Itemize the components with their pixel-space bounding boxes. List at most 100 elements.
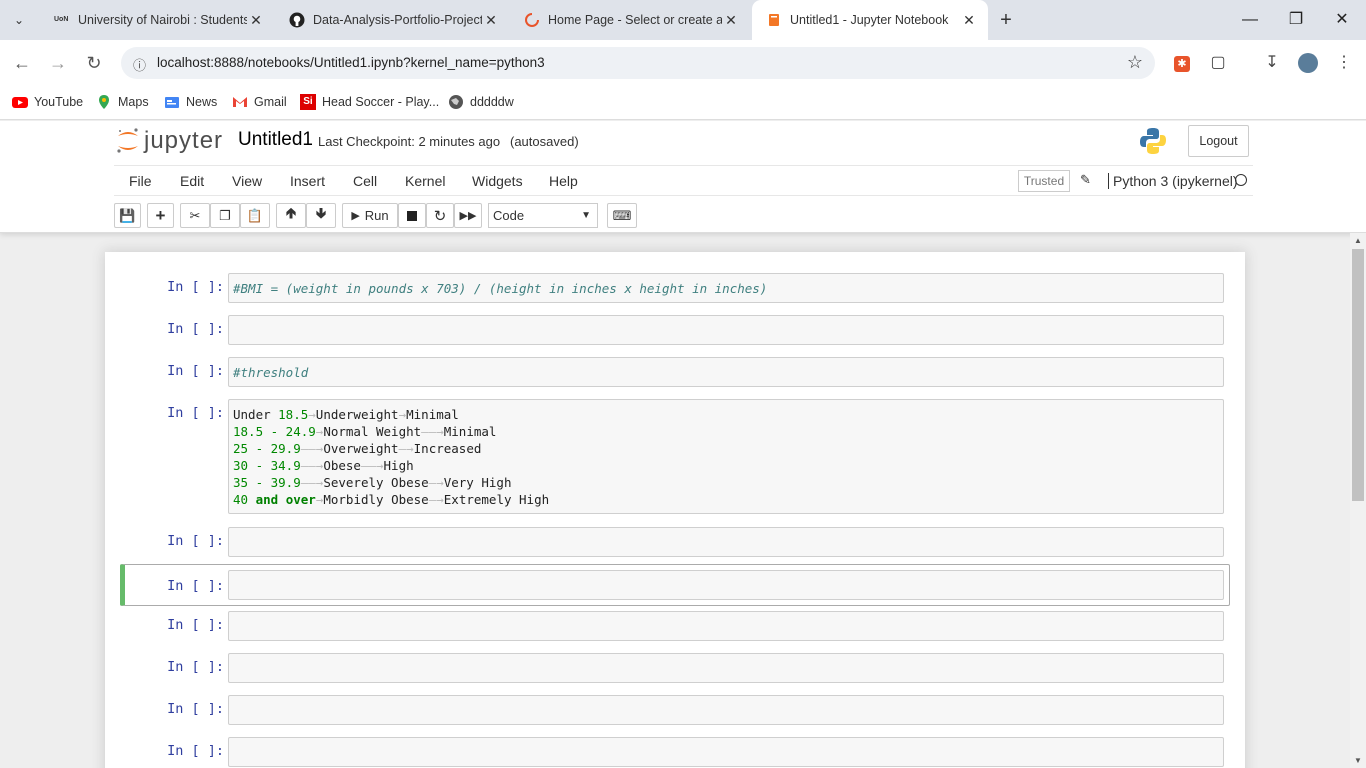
scrollbar-thumb[interactable] xyxy=(1352,249,1364,501)
browser-tab-uon[interactable]: UoN University of Nairobi : Students ✕ xyxy=(40,0,275,40)
address-bar[interactable]: ⓘ localhost:8888/notebooks/Untitled1.ipy… xyxy=(121,47,1155,79)
code-cell[interactable]: In [ ]: #threshold xyxy=(120,356,1230,388)
code-cell[interactable]: In [ ]: xyxy=(120,694,1230,726)
bookmark-label: Gmail xyxy=(254,95,287,109)
scroll-up-arrow-icon[interactable]: ▲ xyxy=(1354,236,1362,245)
notebook-name[interactable]: Untitled1 xyxy=(238,129,313,151)
cell-type-select[interactable]: Code ▼ xyxy=(488,203,598,228)
bookmark-dddddw[interactable]: dddddw xyxy=(448,94,514,110)
move-down-arrow-icon[interactable]: 🢃 xyxy=(306,203,336,228)
menu-view[interactable]: View xyxy=(232,173,262,189)
trusted-badge[interactable]: Trusted xyxy=(1018,170,1070,192)
tab-title: Home Page - Select or create a xyxy=(548,13,722,27)
restore-button[interactable]: ❐ xyxy=(1284,8,1308,32)
bookmark-star-icon[interactable]: ☆ xyxy=(1127,52,1143,73)
download-icon[interactable]: ↧ xyxy=(1260,51,1284,75)
close-icon[interactable]: ✕ xyxy=(722,11,740,29)
menu-edit[interactable]: Edit xyxy=(180,173,204,189)
close-icon[interactable]: ✕ xyxy=(960,11,978,29)
cell-prompt: In [ ]: xyxy=(167,701,224,717)
kernel-name[interactable]: Python 3 (ipykernel) xyxy=(1108,173,1238,189)
fast-forward-icon[interactable]: ▶▶ xyxy=(454,203,482,228)
logout-button[interactable]: Logout xyxy=(1188,125,1249,157)
minimize-button[interactable]: — xyxy=(1238,8,1262,32)
last-checkpoint: Last Checkpoint: 2 minutes ago xyxy=(318,134,501,149)
page-scrollbar[interactable]: ▲ ▼ xyxy=(1350,233,1366,768)
menu-kernel[interactable]: Kernel xyxy=(405,173,445,189)
paste-icon[interactable]: 📋 xyxy=(240,203,270,228)
close-icon[interactable]: ✕ xyxy=(482,11,500,29)
cell-input[interactable] xyxy=(228,611,1224,641)
code-line: Under 18.5→Underweight→Minimal xyxy=(233,407,459,422)
close-window-button[interactable]: ✕ xyxy=(1330,8,1354,32)
save-icon[interactable]: 💾 xyxy=(114,203,141,228)
jupyter-logo[interactable]: jupyter xyxy=(116,126,223,156)
jupyter-logo-icon xyxy=(117,128,138,153)
pencil-icon[interactable]: ✎ xyxy=(1080,172,1091,188)
cell-input[interactable] xyxy=(228,653,1224,683)
cell-prompt: In [ ]: xyxy=(167,743,224,759)
cell-input[interactable]: Under 18.5→Underweight→Minimal 18.5 - 24.… xyxy=(228,399,1224,514)
bookmark-news[interactable]: News xyxy=(164,94,217,110)
cell-input[interactable] xyxy=(228,527,1224,557)
bookmark-gmail[interactable]: Gmail xyxy=(232,94,287,110)
code-cell[interactable]: In [ ]: xyxy=(120,736,1230,768)
cut-scissors-icon[interactable]: ✂ xyxy=(180,203,210,228)
bookmark-label: dddddw xyxy=(470,95,514,109)
keyboard-icon[interactable]: ⌨ xyxy=(607,203,637,228)
new-tab-button[interactable]: + xyxy=(994,9,1018,31)
code-cell[interactable]: In [ ]: xyxy=(120,314,1230,346)
tab-title: Data-Analysis-Portfolio-Projects xyxy=(313,13,482,27)
browser-menu-icon[interactable]: ⋮ xyxy=(1332,51,1356,75)
tab-search-chevron-icon[interactable]: ⌄ xyxy=(8,10,30,30)
youtube-icon xyxy=(12,97,28,108)
run-label: Run xyxy=(364,208,389,223)
menu-help[interactable]: Help xyxy=(549,173,578,189)
copy-icon[interactable]: ❐ xyxy=(210,203,240,228)
news-icon xyxy=(165,97,179,108)
avatar[interactable] xyxy=(1296,51,1320,75)
menu-insert[interactable]: Insert xyxy=(290,173,325,189)
puzzle-extensions-icon[interactable]: ▢ xyxy=(1206,51,1230,75)
code-cell[interactable]: In [ ]: xyxy=(120,652,1230,684)
code-cell[interactable]: In [ ]: xyxy=(120,610,1230,642)
selected-code-cell[interactable]: In [ ]: xyxy=(120,564,1230,606)
cell-input[interactable] xyxy=(228,695,1224,725)
info-icon[interactable]: ⓘ xyxy=(133,55,149,73)
menu-cell[interactable]: Cell xyxy=(353,173,377,189)
bookmark-label: News xyxy=(186,95,218,109)
bookmarks-bar: YouTube Maps News Gmail Si Head Soccer -… xyxy=(0,86,1366,120)
insert-cell-plus-icon[interactable]: + xyxy=(147,203,174,228)
tab-title: Untitled1 - Jupyter Notebook xyxy=(790,13,949,27)
browser-tab-jupyter[interactable]: Untitled1 - Jupyter Notebook ✕ xyxy=(752,0,988,40)
bookmark-youtube[interactable]: YouTube xyxy=(12,94,83,110)
address-url[interactable]: localhost:8888/notebooks/Untitled1.ipynb… xyxy=(157,55,545,70)
cell-input[interactable] xyxy=(228,737,1224,767)
forward-button[interactable]: → xyxy=(46,51,70,75)
cell-input[interactable] xyxy=(228,570,1224,600)
bookmark-head-soccer[interactable]: Si Head Soccer - Play... xyxy=(300,94,439,110)
uon-icon: UoN xyxy=(54,16,69,23)
move-up-arrow-icon[interactable]: 🢁 xyxy=(276,203,306,228)
bookmark-maps[interactable]: Maps xyxy=(96,94,149,110)
cell-input[interactable] xyxy=(228,315,1224,345)
run-button[interactable]: ▶ Run xyxy=(342,203,398,228)
cell-input[interactable]: #threshold xyxy=(228,357,1224,387)
restart-icon[interactable]: ↻ xyxy=(426,203,454,228)
menu-file[interactable]: File xyxy=(129,173,152,189)
interrupt-stop-icon[interactable] xyxy=(398,203,426,228)
scroll-down-arrow-icon[interactable]: ▼ xyxy=(1354,756,1362,765)
back-button[interactable]: ← xyxy=(10,51,34,75)
cell-input[interactable]: #BMI = (weight in pounds x 703) / (heigh… xyxy=(228,273,1224,303)
browser-tab-github[interactable]: Data-Analysis-Portfolio-Projects ✕ xyxy=(275,0,510,40)
close-icon[interactable]: ✕ xyxy=(247,11,265,29)
browser-tab-home[interactable]: Home Page - Select or create a ✕ xyxy=(510,0,750,40)
extension-icon[interactable]: ✱ xyxy=(1170,51,1194,75)
jupyter-page: jupyter Untitled1 Last Checkpoint: 2 min… xyxy=(0,121,1366,768)
bookmark-label: Maps xyxy=(118,95,149,109)
reload-button[interactable]: ↻ xyxy=(82,51,106,75)
code-cell[interactable]: In [ ]: Under 18.5→Underweight→Minimal 18… xyxy=(120,398,1230,514)
menu-widgets[interactable]: Widgets xyxy=(472,173,523,189)
code-cell[interactable]: In [ ]: #BMI = (weight in pounds x 703) … xyxy=(120,272,1230,304)
code-cell[interactable]: In [ ]: xyxy=(120,526,1230,558)
